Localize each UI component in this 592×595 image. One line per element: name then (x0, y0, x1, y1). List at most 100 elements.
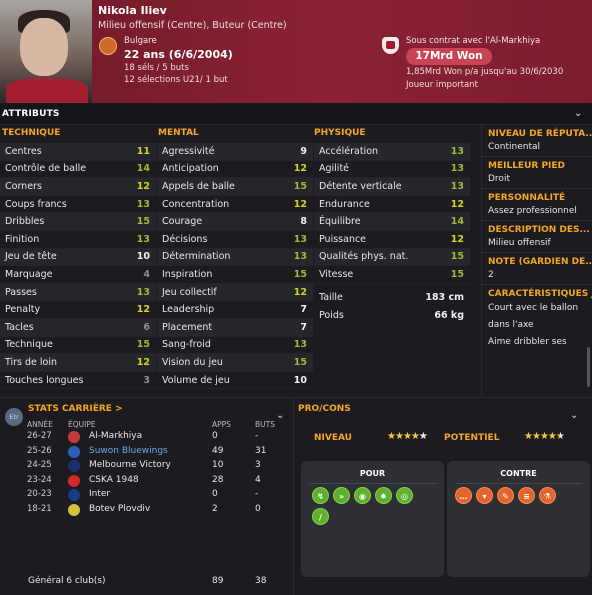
attribute-row[interactable]: Vitesse 15 (314, 266, 470, 284)
attribute-value: 15 (450, 251, 464, 263)
chevron-down-icon[interactable]: ⌄ (574, 108, 582, 119)
attribute-row[interactable]: Passes 13 (0, 283, 156, 302)
career-team[interactable]: CSKA 1948 (89, 475, 139, 485)
attribute-name: Vision du jeu (162, 356, 223, 368)
attribute-row[interactable]: Qualités phys. nat. 15 (314, 248, 470, 267)
attribute-row[interactable]: Dribbles 15 (0, 213, 156, 231)
procons-title: PRO/CONS (298, 404, 351, 414)
attribute-row[interactable]: Décisions 13 (157, 231, 313, 249)
career-row[interactable]: 24-25 Melbourne Victory 10 3 (0, 459, 294, 474)
career-row[interactable]: 23-24 CSKA 1948 28 4 (0, 474, 294, 489)
attribute-value: 7 (300, 321, 307, 333)
attribute-row[interactable]: Tacles 6 (0, 318, 156, 337)
contract-club[interactable]: Sous contrat avec l'Al-Markhiya (406, 36, 540, 46)
football-icon[interactable]: ✹ (375, 487, 392, 504)
attribute-value: 10 (293, 374, 307, 386)
chat-icon[interactable]: … (455, 487, 472, 504)
career-team[interactable]: Al-Markhiya (89, 431, 142, 441)
attribute-row[interactable]: Sang-froid 13 (157, 337, 313, 355)
trait-1: Court avec le ballon (488, 303, 579, 313)
attribute-row[interactable]: Jeu collectif 12 (157, 283, 313, 302)
attribute-row[interactable]: Technique 15 (0, 337, 156, 355)
attribute-row[interactable]: Contrôle de balle 14 (0, 161, 156, 179)
attribute-row[interactable]: Corners 12 (0, 178, 156, 196)
career-apps: 0 (212, 431, 218, 441)
career-total-goals: 38 (255, 576, 267, 586)
description-heading: DESCRIPTION DES... (488, 225, 590, 235)
attribute-row[interactable]: Appels de balle 15 (157, 178, 313, 196)
career-apps: 0 (212, 489, 218, 499)
attribute-value: 12 (136, 356, 150, 368)
target-icon[interactable]: ◎ (396, 487, 413, 504)
attribute-row[interactable]: Courage 8 (157, 213, 313, 231)
chevron-down-icon[interactable]: ⌄ (276, 410, 284, 421)
attribute-row[interactable]: Finition 13 (0, 231, 156, 249)
attribute-row[interactable]: Anticipation 12 (157, 161, 313, 179)
shield-icon[interactable]: ▾ (476, 487, 493, 504)
flask-icon[interactable]: ⚗ (539, 487, 556, 504)
attribute-name: Endurance (319, 198, 370, 210)
attribute-row[interactable]: Accélération 13 (314, 143, 470, 161)
career-row[interactable]: 18-21 Botev Plovdiv 2 0 (0, 503, 294, 518)
career-total-apps: 89 (212, 576, 224, 586)
physique-list: Accélération 13 Agilité 13 Détente verticale… (314, 143, 470, 324)
attribute-row[interactable]: Marquage 4 (0, 266, 156, 284)
attribute-row[interactable]: Détermination 13 (157, 248, 313, 267)
attribute-row[interactable]: Jeu de tête 10 (0, 248, 156, 267)
attribute-value: 13 (136, 198, 150, 210)
tackle-icon[interactable]: ✎ (497, 487, 514, 504)
career-apps: 10 (212, 460, 224, 470)
career-team[interactable]: Inter (89, 489, 110, 499)
running-icon[interactable]: ↯ (312, 487, 329, 504)
attribute-name: Sang-froid (162, 339, 211, 351)
attribute-row[interactable]: Agressivité 9 (157, 143, 313, 161)
attribute-row[interactable]: Détente verticale 13 (314, 178, 470, 196)
attribute-row[interactable]: Vision du jeu 15 (157, 354, 313, 372)
attribute-name: Leadership (162, 304, 215, 316)
attribute-row[interactable]: Agilité 13 (314, 161, 470, 179)
attribute-row[interactable]: Placement 7 (157, 318, 313, 337)
career-team[interactable]: Botev Plovdiv (89, 504, 150, 514)
attribute-value: 13 (136, 286, 150, 298)
boot-icon[interactable]: / (312, 508, 329, 525)
attribute-row[interactable]: Puissance 12 (314, 231, 470, 249)
career-row[interactable]: 20-23 Inter 0 - (0, 488, 294, 503)
chevron-down-icon[interactable]: ⌄ (570, 410, 578, 421)
attribute-row[interactable]: Penalty 12 (0, 301, 156, 319)
description-value: Milieu offensif (482, 235, 592, 253)
attribute-value: 13 (293, 233, 307, 245)
attribute-value: 15 (136, 216, 150, 228)
attribute-row[interactable]: Volume de jeu 10 (157, 372, 313, 390)
clipboard-icon[interactable]: ≡ (518, 487, 535, 504)
career-row[interactable]: 25-26 Suwon Bluewings 49 31 (0, 445, 294, 460)
attribute-name: Volume de jeu (162, 374, 230, 386)
attribute-row[interactable]: Tirs de loin 12 (0, 354, 156, 372)
attribute-row[interactable]: Coups francs 13 (0, 196, 156, 214)
attribute-row[interactable]: Concentration 12 (157, 196, 313, 214)
career-row[interactable]: 26-27 Al-Markhiya 0 - (0, 430, 294, 445)
col-year: ANNÉE (27, 420, 53, 429)
player-age: 22 ans (6/6/2004) (124, 48, 233, 61)
scrollbar[interactable] (587, 347, 590, 387)
attribute-row[interactable]: Centres 11 (0, 143, 156, 161)
club-crest-icon (68, 431, 80, 443)
attribute-row[interactable]: Endurance 12 (314, 196, 470, 214)
career-title[interactable]: STATS CARRIÈRE > (28, 404, 123, 414)
attribute-value: 13 (293, 339, 307, 351)
career-team[interactable]: Suwon Bluewings (89, 446, 168, 456)
nationality[interactable]: Bulgare (124, 36, 157, 46)
attribute-row[interactable]: Équilibre 14 (314, 213, 470, 231)
attributes-header[interactable]: ATTRIBUTS ⌄ (0, 103, 592, 125)
attribute-name: Vitesse (319, 268, 354, 280)
ball-control-icon[interactable]: ◉ (354, 487, 371, 504)
attribute-name: Détermination (162, 251, 231, 263)
attribute-name: Agilité (319, 163, 350, 175)
cons-box: CONTRE … ▾ ✎ ≡ ⚗ (447, 461, 590, 577)
attribute-row[interactable]: Touches longues 3 (0, 372, 156, 390)
pass-icon[interactable]: » (333, 487, 350, 504)
attribute-row[interactable]: Leadership 7 (157, 301, 313, 319)
club-crest-icon (68, 474, 80, 487)
attribute-row[interactable]: Inspiration 15 (157, 266, 313, 284)
career-team[interactable]: Melbourne Victory (89, 460, 171, 470)
club-crest-icon[interactable] (382, 37, 399, 54)
